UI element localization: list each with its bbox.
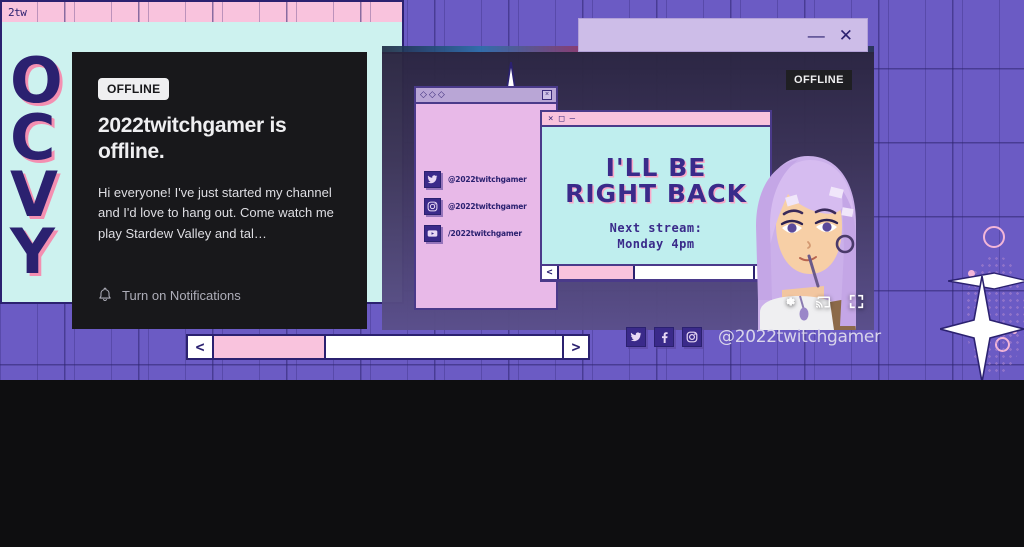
scrollbar-track[interactable] (559, 266, 753, 279)
retro-window-back-bigtext: O C V Y (10, 49, 63, 289)
irb-subtitle-line1: Next stream: (609, 221, 703, 236)
channel-info-bar: 2022twitchgamer Home About Schedule Vide… (0, 380, 1024, 547)
instagram-icon[interactable] (682, 327, 702, 347)
scrollbar-left-arrow[interactable]: < (542, 266, 559, 279)
halftone-blob (965, 255, 1024, 375)
minimize-icon[interactable]: — (808, 27, 825, 44)
retro-window-irb-body: I'LL BE RIGHT BACK Next stream: Monday 4… (540, 127, 772, 282)
scrollbar-thumb[interactable] (214, 336, 326, 358)
twitch-channel-page: 2tw O C V Y < > (0, 0, 1024, 547)
window-glyphs[interactable]: × □ – (548, 114, 575, 124)
turn-on-notifications-button[interactable]: Turn on Notifications (98, 287, 241, 303)
turn-on-notifications-label: Turn on Notifications (122, 287, 241, 303)
settings-gear-icon[interactable] (782, 294, 797, 309)
banner-social-handle: @2022twitchgamer (718, 327, 881, 347)
social-handle: @2022twitchgamer (448, 175, 527, 184)
irb-subtitle: Next stream: Monday 4pm (610, 220, 703, 252)
twitter-icon (424, 171, 441, 188)
banner-social-bar[interactable]: @2022twitchgamer (626, 327, 881, 347)
close-icon[interactable]: ✕ (839, 27, 853, 44)
offline-description: Hi everyone! I've just started my channe… (98, 185, 334, 241)
offline-title: 2022twitchgamer is offline. (98, 114, 287, 163)
retro-window-socials-titlebar: ◇◇◇ × (414, 86, 558, 104)
facebook-icon[interactable] (654, 327, 674, 347)
retro-window-irb-titlebar: × □ – (540, 110, 772, 127)
diamond-dots-icon: ◇◇◇ (420, 90, 447, 100)
scrollbar-right-arrow[interactable]: > (562, 336, 588, 358)
bell-icon (98, 287, 112, 303)
retro-scrollbar-back[interactable]: < > (186, 334, 590, 360)
irb-title: I'LL BE RIGHT BACK (565, 152, 747, 208)
window-chrome: — ✕ (578, 18, 868, 52)
instagram-icon (424, 198, 441, 215)
retro-scrollbar-irb[interactable]: < > (540, 264, 772, 281)
irb-title-line2: RIGHT BACK (565, 178, 747, 208)
offline-badge-banner: OFFLINE (786, 70, 852, 90)
bigtext-line: Y (10, 215, 55, 289)
status-badge: OFFLINE (98, 78, 170, 100)
player-controls[interactable] (782, 294, 864, 309)
irb-subtitle-line2: Monday 4pm (617, 237, 695, 252)
fullscreen-icon[interactable] (849, 294, 864, 309)
offline-panel: OFFLINE 2022twitchgamer is offline. Hi e… (72, 52, 367, 329)
scrollbar-thumb[interactable] (559, 266, 635, 279)
social-handle: @2022twitchgamer (448, 202, 527, 211)
scrollbar-left-arrow[interactable]: < (188, 336, 214, 358)
youtube-icon (424, 225, 441, 242)
social-row[interactable]: @2022twitchgamer (416, 193, 556, 220)
retro-window-socials-body: @2022twitchgamer @2022twitchgamer /2022t… (414, 104, 558, 310)
twitter-icon[interactable] (626, 327, 646, 347)
social-handle: /2022twitchgamer (448, 229, 522, 238)
scrollbar-track[interactable] (214, 336, 562, 358)
cast-icon[interactable] (815, 295, 831, 309)
retro-window-irb: × □ – I'LL BE RIGHT BACK Next stream: Mo… (540, 110, 772, 282)
retro-window-socials: ◇◇◇ × @2022twitchgamer @2022twitchgamer (414, 86, 558, 310)
irb-title-line1: I'LL BE (605, 152, 707, 182)
close-icon[interactable]: × (542, 90, 552, 100)
social-row[interactable]: @2022twitchgamer (416, 166, 556, 193)
social-row[interactable]: /2022twitchgamer (416, 220, 556, 247)
channel-banner: 2tw O C V Y < > (0, 0, 1024, 380)
decor-ring (983, 226, 1005, 248)
